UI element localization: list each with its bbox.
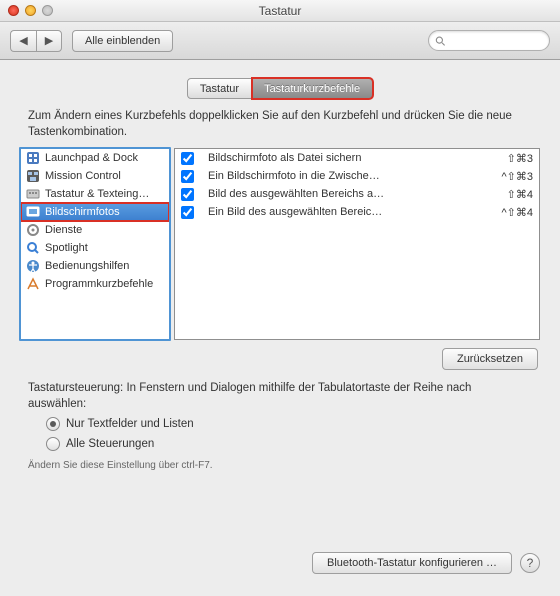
search-input[interactable] [449, 35, 544, 47]
radio-all-controls[interactable]: Alle Steuerungen [46, 436, 532, 452]
category-label: Dienste [45, 224, 82, 236]
shortcut-checkbox[interactable] [181, 188, 194, 201]
shortcut-checkbox[interactable] [181, 152, 194, 165]
shortcut-row[interactable]: Bildschirmfoto als Datei sichern ⇧⌘3 [175, 149, 539, 167]
shortcut-row[interactable]: Ein Bild des ausgewählten Bereic… ^⇧⌘4 [175, 203, 539, 221]
category-label: Bedienungshilfen [45, 260, 129, 272]
show-all-button[interactable]: Alle einblenden [72, 30, 173, 52]
shortcut-list[interactable]: Bildschirmfoto als Datei sichern ⇧⌘3 Ein… [174, 148, 540, 340]
radio-icon[interactable] [46, 417, 60, 431]
shortcut-checkbox[interactable] [181, 170, 194, 183]
nav-buttons: ◀ ▶ [10, 30, 62, 52]
category-item[interactable]: Programmkurzbefehle [21, 275, 169, 293]
shortcut-label: Bildschirmfoto als Datei sichern [208, 152, 499, 164]
category-item[interactable]: Launchpad & Dock [21, 149, 169, 167]
kbnav-description: Tastatursteuerung: In Fenstern und Dialo… [28, 380, 532, 412]
category-label: Programmkurzbefehle [45, 278, 153, 290]
search-field[interactable] [428, 30, 550, 51]
spotlight-icon [25, 240, 41, 256]
category-item[interactable]: Spotlight [21, 239, 169, 257]
kbnav-hint: Ändern Sie diese Einstellung über ctrl-F… [0, 454, 560, 471]
search-icon [435, 35, 446, 47]
back-button[interactable]: ◀ [10, 30, 36, 52]
radio-text-lists[interactable]: Nur Textfelder und Listen [46, 416, 532, 432]
shortcut-keys[interactable]: ⇧⌘4 [507, 188, 533, 201]
shortcut-label: Bild des ausgewählten Bereichs a… [208, 188, 499, 200]
reset-button[interactable]: Zurücksetzen [442, 348, 538, 370]
category-label: Tastatur & Texteing… [45, 188, 149, 200]
description-text: Zum Ändern eines Kurzbefehls doppelklick… [0, 107, 560, 148]
category-label: Bildschirmfotos [45, 206, 120, 218]
shortcut-keys[interactable]: ^⇧⌘4 [502, 206, 534, 219]
category-item[interactable]: Mission Control [21, 167, 169, 185]
category-item[interactable]: Bedienungshilfen [21, 257, 169, 275]
screenshot-icon [25, 204, 41, 220]
app-shortcuts-icon [25, 276, 41, 292]
category-item[interactable]: Dienste [21, 221, 169, 239]
shortcut-keys[interactable]: ⇧⌘3 [507, 152, 533, 165]
toolbar: ◀ ▶ Alle einblenden [0, 22, 560, 60]
keyboard-icon [25, 186, 41, 202]
tab-shortcuts[interactable]: Tastaturkurzbefehle [252, 78, 373, 99]
radio-label: Alle Steuerungen [66, 436, 154, 452]
category-label: Launchpad & Dock [45, 152, 138, 164]
shortcut-row[interactable]: Ein Bildschirmfoto in die Zwische… ^⇧⌘3 [175, 167, 539, 185]
radio-icon[interactable] [46, 437, 60, 451]
radio-label: Nur Textfelder und Listen [66, 416, 194, 432]
tab-keyboard[interactable]: Tastatur [187, 78, 252, 99]
category-item[interactable]: Tastatur & Texteing… [21, 185, 169, 203]
shortcut-checkbox[interactable] [181, 206, 194, 219]
category-label: Mission Control [45, 170, 121, 182]
help-button[interactable]: ? [520, 553, 540, 573]
mission-control-icon [25, 168, 41, 184]
shortcut-row[interactable]: Bild des ausgewählten Bereichs a… ⇧⌘4 [175, 185, 539, 203]
category-list[interactable]: Launchpad & Dock Mission Control Tastatu… [20, 148, 170, 340]
shortcut-label: Ein Bild des ausgewählten Bereic… [208, 206, 494, 218]
launchpad-icon [25, 150, 41, 166]
category-label: Spotlight [45, 242, 88, 254]
forward-button[interactable]: ▶ [36, 30, 62, 52]
shortcut-keys[interactable]: ^⇧⌘3 [502, 170, 534, 183]
window-title: Tastatur [0, 4, 560, 18]
accessibility-icon [25, 258, 41, 274]
content-area: Tastatur Tastaturkurzbefehle Zum Ändern … [0, 60, 560, 596]
bluetooth-button[interactable]: Bluetooth-Tastatur konfigurieren … [312, 552, 512, 574]
tab-bar: Tastatur Tastaturkurzbefehle [0, 78, 560, 99]
services-icon [25, 222, 41, 238]
shortcut-label: Ein Bildschirmfoto in die Zwische… [208, 170, 494, 182]
titlebar: Tastatur [0, 0, 560, 22]
category-item-screenshots[interactable]: Bildschirmfotos [21, 203, 169, 221]
